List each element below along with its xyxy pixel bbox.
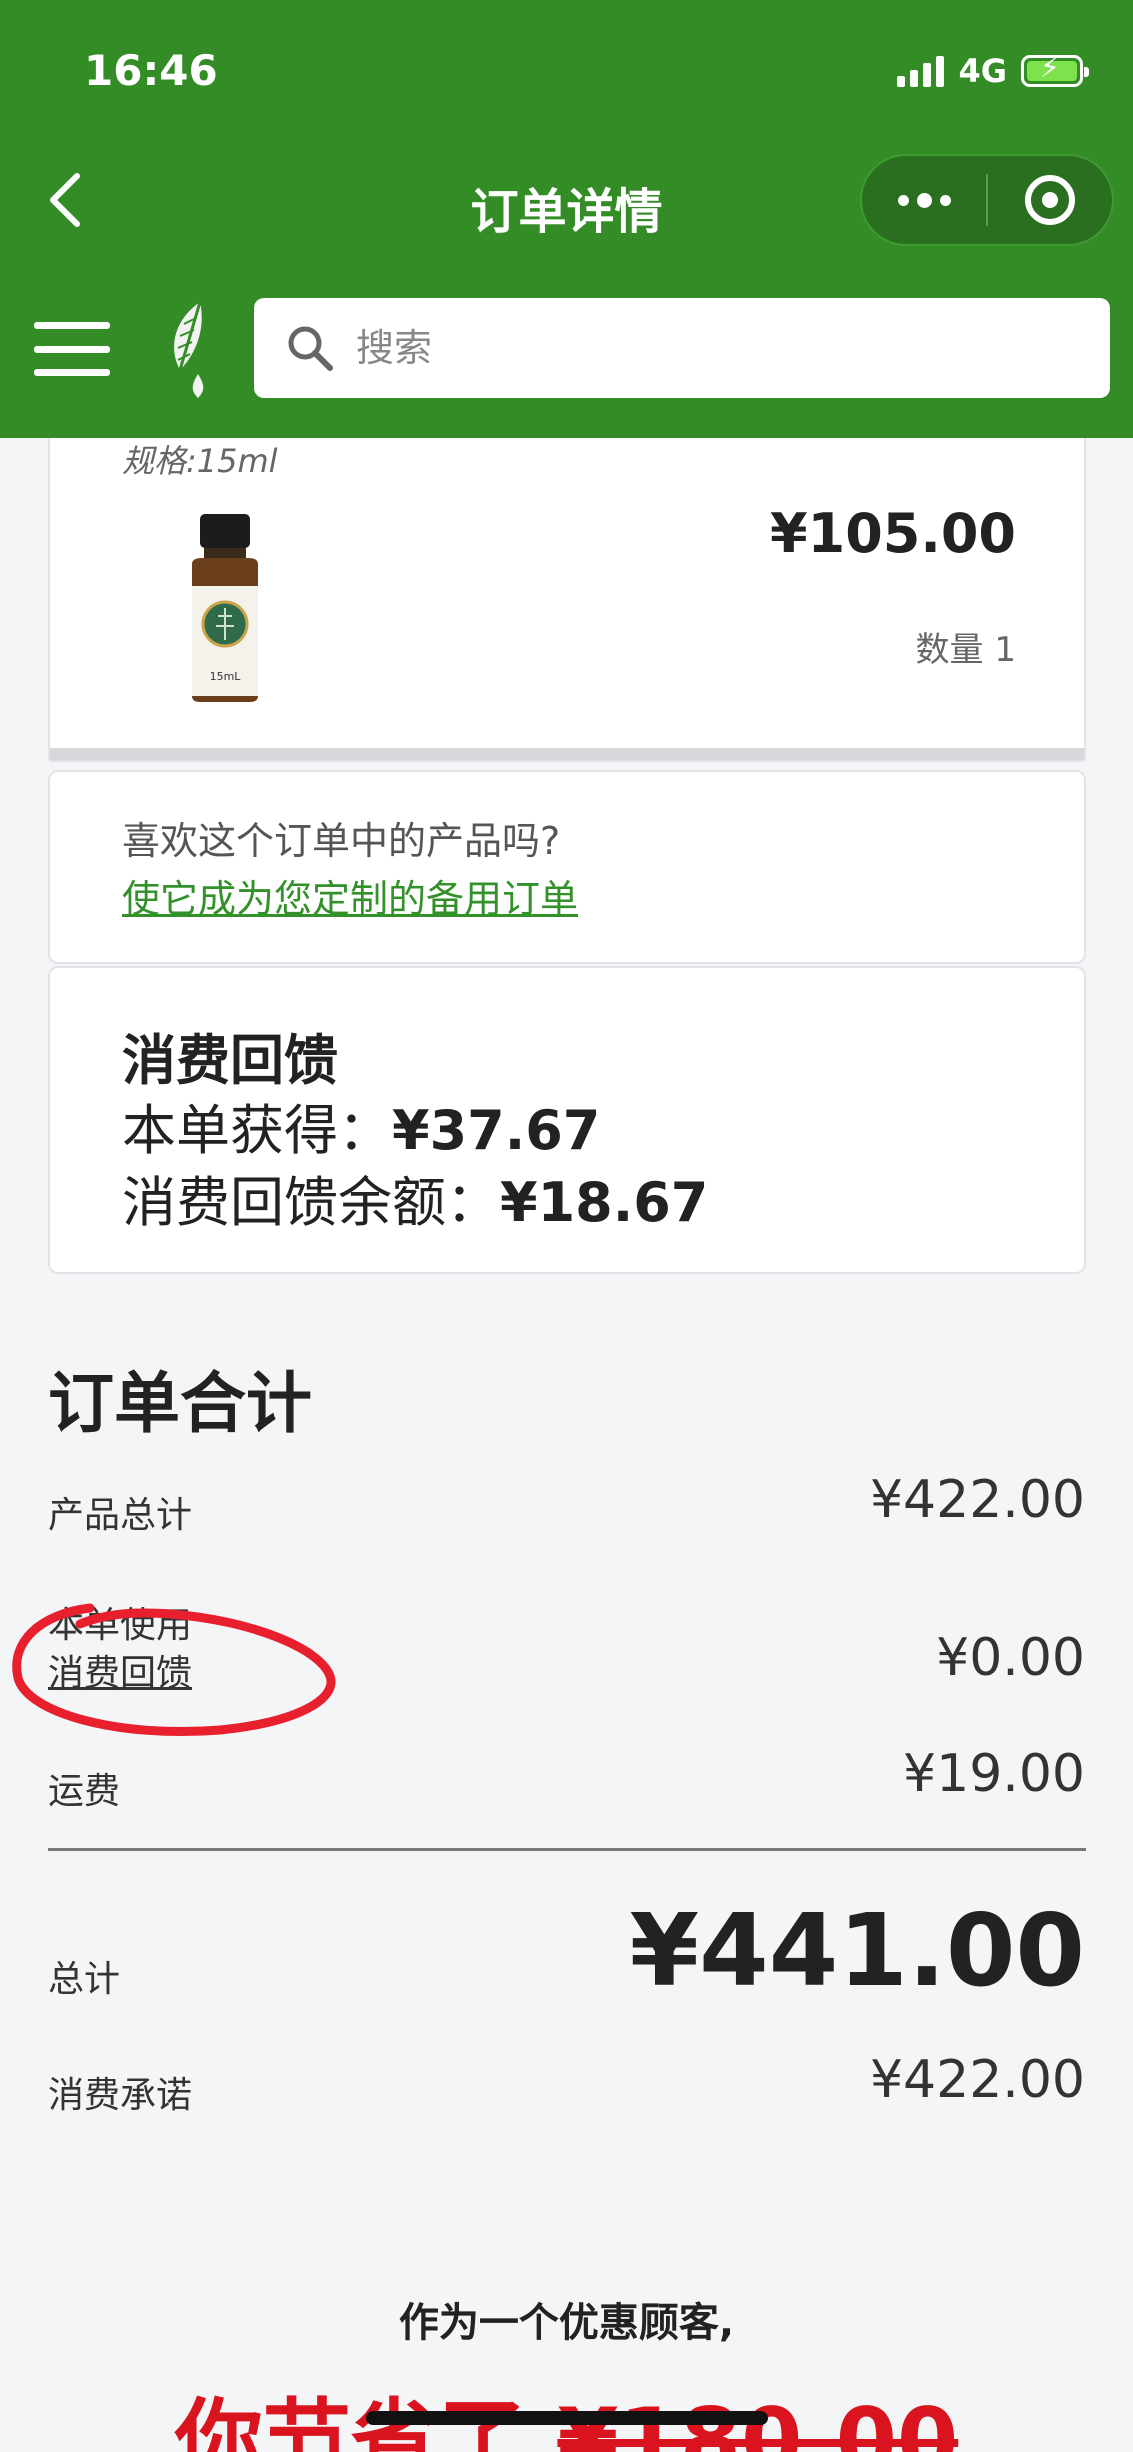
bottle-volume-label: 15mL — [210, 670, 242, 683]
reward-used-value: ¥0.00 — [936, 1628, 1085, 1688]
reward-earned-value: ¥37.67 — [392, 1099, 601, 1162]
totals-divider — [48, 1848, 1086, 1851]
search-input[interactable] — [356, 326, 1056, 370]
shipping-value: ¥19.00 — [903, 1744, 1085, 1804]
order-detail-page: 16:46 4G ⚡ 订单详情 搜索 规格:15ml 15mL ¥105.00 … — [0, 0, 1133, 2452]
make-standby-order-link[interactable]: 使它成为您定制的备用订单 — [122, 868, 578, 923]
commitment-value: ¥422.00 — [869, 2050, 1085, 2110]
product-total-value: ¥422.00 — [869, 1470, 1085, 1530]
commitment-label: 消费承诺 — [48, 2075, 193, 2116]
battery-icon: ⚡ — [1021, 54, 1089, 87]
reward-balance-label: 消费回馈余额： — [122, 1171, 500, 1234]
shipping-label: 运费 — [48, 1771, 121, 1812]
promo-question: 喜欢这个订单中的产品吗? — [122, 819, 561, 863]
grand-total-label: 总计 — [48, 1959, 121, 2000]
reward-card: 消费回馈 本单获得：¥37.67 消费回馈余额：¥18.67 — [48, 966, 1086, 1274]
home-indicator[interactable] — [366, 2411, 768, 2425]
reward-used-label-1: 本单使用 — [48, 1605, 193, 1646]
product-quantity: 数量 1 — [915, 630, 1016, 670]
order-totals-title: 订单合计 — [48, 1365, 312, 1442]
reward-earned: 本单获得：¥37.67 — [122, 1086, 600, 1165]
product-total-label: 产品总计 — [48, 1495, 193, 1536]
more-dots-icon[interactable] — [862, 156, 986, 244]
product-image: 15mL — [192, 514, 258, 702]
reward-used-link[interactable]: 消费回馈 — [48, 1644, 192, 1696]
product-spec: 规格:15ml — [122, 442, 278, 480]
status-icons: 4G ⚡ — [897, 50, 1089, 92]
leaf-drop-logo[interactable] — [160, 298, 220, 402]
product-card[interactable]: 规格:15ml 15mL ¥105.00 数量 1 — [48, 400, 1086, 762]
network-type: 4G — [958, 52, 1007, 90]
app-header: 16:46 4G ⚡ 订单详情 — [0, 0, 1133, 438]
product-price: ¥105.00 — [770, 502, 1016, 565]
reward-balance: 消费回馈余额：¥18.67 — [122, 1158, 708, 1237]
mini-program-capsule — [860, 154, 1114, 246]
reorder-promo-card: 喜欢这个订单中的产品吗? 使它成为您定制的备用订单 — [48, 770, 1086, 964]
savings-intro: 作为一个优惠顾客, — [398, 2300, 735, 2346]
target-icon[interactable] — [988, 156, 1112, 244]
menu-icon[interactable] — [34, 322, 110, 376]
search-bar[interactable] — [254, 298, 1110, 398]
reward-title: 消费回馈 — [122, 1029, 338, 1092]
grand-total-value: ¥441.00 — [629, 1892, 1085, 2009]
reward-balance-value: ¥18.67 — [500, 1171, 709, 1234]
search-icon — [288, 326, 333, 371]
reward-earned-label: 本单获得： — [122, 1099, 392, 1162]
status-time: 16:46 — [84, 46, 218, 95]
signal-icon — [897, 55, 945, 87]
